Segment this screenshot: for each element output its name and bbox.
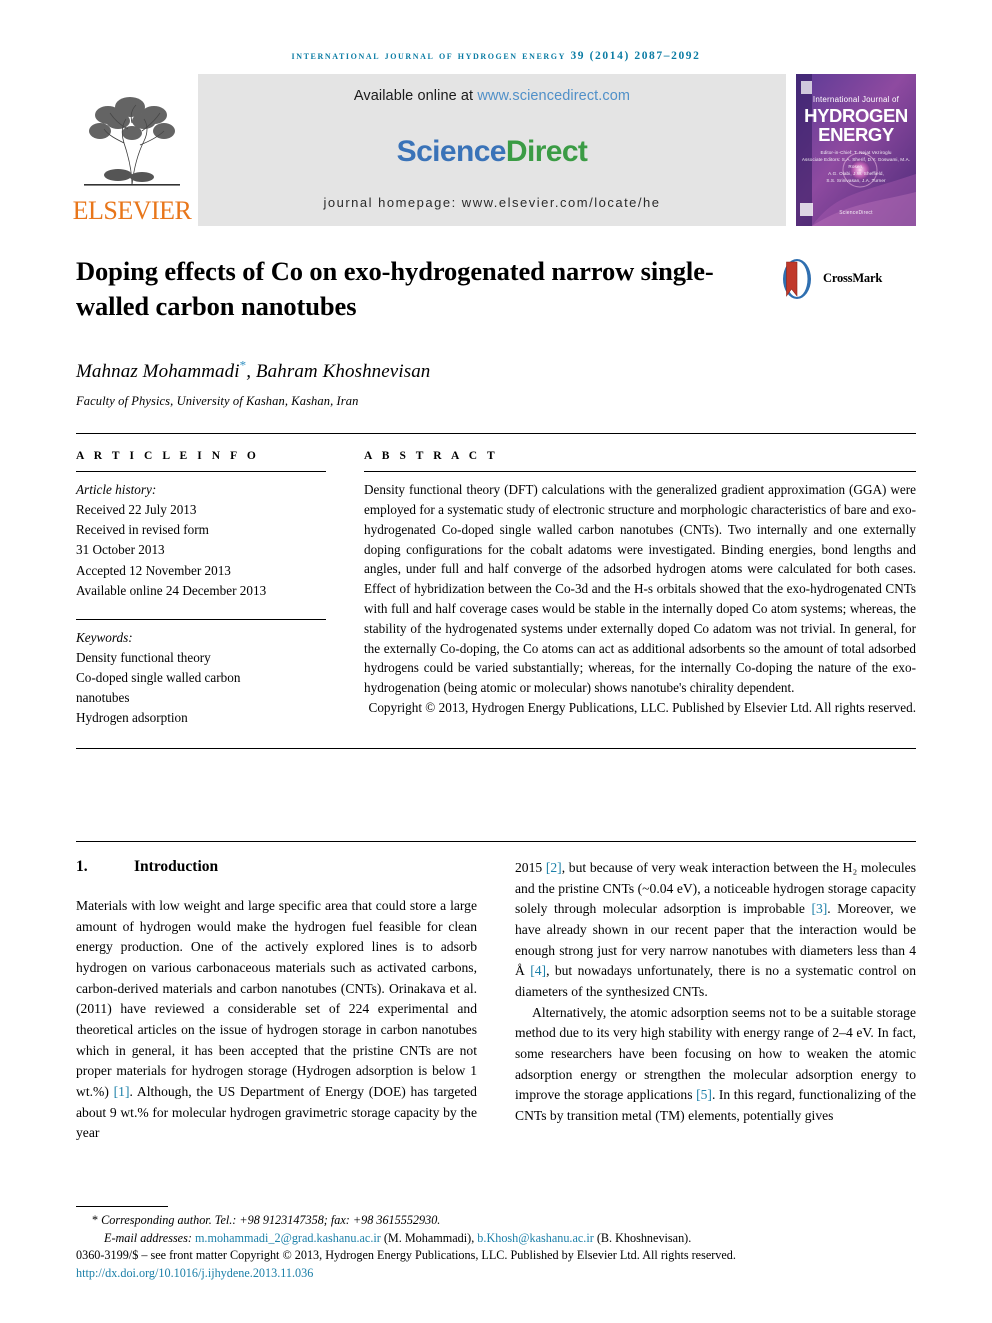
sciencedirect-logo-text: ScienceDirect	[396, 134, 588, 168]
email-addresses-line: E-mail addresses: m.mohammadi_2@grad.kas…	[104, 1230, 692, 1245]
article-page: international journal of hydrogen energy…	[0, 0, 992, 1323]
sciencedirect-banner: Available online at www.sciencedirect.co…	[198, 74, 786, 226]
citation-ref[interactable]: [2]	[546, 860, 562, 875]
title-row: Doping effects of Co on exo-hydrogenated…	[76, 254, 916, 324]
abstract-column: A B S T R A C T Density functional theor…	[364, 450, 916, 728]
crossmark-badge[interactable]: CrossMark	[776, 254, 882, 324]
corresponding-author-text: Corresponding author. Tel.: +98 91231473…	[101, 1212, 441, 1227]
keyword-item: Co-doped single walled carbon	[76, 669, 241, 685]
body-columns: 1. Introduction Materials with low weigh…	[76, 858, 916, 1144]
citation-ref[interactable]: [3]	[811, 901, 827, 916]
citation-ref[interactable]: [4]	[530, 963, 546, 978]
author-list: Mahnaz Mohammadi*, Bahram Khoshnevisan	[76, 358, 916, 383]
email-owner-2: (B. Khoshnevisan)	[596, 1230, 689, 1245]
keywords-label: Keywords:	[76, 629, 133, 645]
keyword-item: nanotubes	[76, 689, 130, 705]
cover-journal-prefix: International Journal of	[812, 95, 900, 104]
doi-link[interactable]: http://dx.doi.org/10.1016/j.ijhydene.201…	[76, 1265, 916, 1283]
running-head: international journal of hydrogen energy…	[291, 50, 701, 62]
cover-energy-word: ENERGY	[818, 124, 894, 145]
section-title: Introduction	[134, 857, 219, 875]
abstract-heading: A B S T R A C T	[364, 450, 499, 463]
section-heading-introduction: 1. Introduction	[76, 858, 477, 876]
citation-ref[interactable]: [5]	[696, 1087, 712, 1102]
article-history: Article history: Received 22 July 2013 R…	[76, 472, 326, 600]
history-item: 31 October 2013	[76, 542, 165, 558]
elsevier-wordmark: ELSEVIER	[72, 196, 192, 225]
article-history-label: Article history:	[76, 482, 157, 498]
available-online-prefix: Available online at	[353, 88, 478, 104]
page-footnote: * Corresponding author. Tel.: +98 912314…	[76, 1205, 916, 1283]
sciencedirect-logo: ScienceDirect	[397, 135, 588, 169]
body-paragraph: Alternatively, the atomic adsorption see…	[515, 1004, 916, 1123]
history-item: Received 22 July 2013	[76, 502, 197, 518]
article-info-column: A R T I C L E I N F O Article history: R…	[76, 450, 326, 728]
body-paragraph: 2015 [2], but because of very weak inter…	[515, 859, 916, 999]
email-link-1[interactable]: m.mohammadi_2@grad.kashanu.ac.ir	[195, 1231, 381, 1245]
journal-homepage-line[interactable]: journal homepage: www.elsevier.com/locat…	[324, 195, 661, 210]
info-bottom-rule	[76, 747, 916, 749]
email-link-2[interactable]: b.Khosh@kashanu.ac.ir	[477, 1231, 593, 1245]
body-top-rule	[76, 840, 916, 842]
elsevier-tree-icon	[84, 97, 180, 186]
cover-hydrogen-word: HYDROGEN	[804, 105, 908, 126]
cover-editors: Editor-in-Chief: T. Nejat Veziroglu Asso…	[801, 150, 911, 183]
crossmark-label: CrossMark	[823, 271, 883, 285]
body-column-right: 2015 [2], but because of very weak inter…	[515, 858, 916, 1144]
citation-ref[interactable]: [1]	[114, 1084, 130, 1099]
abstract-text: Density functional theory (DFT) calculat…	[364, 482, 916, 696]
author-footnote-marker: *	[239, 357, 247, 373]
history-item: Accepted 12 November 2013	[76, 562, 231, 578]
history-item: Received in revised form	[76, 522, 209, 538]
affiliation: Faculty of Physics, University of Kashan…	[76, 394, 359, 409]
page-title: Doping effects of Co on exo-hydrogenated…	[76, 256, 714, 321]
body-column-left: 1. Introduction Materials with low weigh…	[76, 858, 477, 1144]
available-online-line: Available online at www.sciencedirect.co…	[354, 88, 630, 104]
journal-masthead: ELSEVIER Available online at www.science…	[73, 74, 916, 226]
authors-names: Mahnaz Mohammadi*, Bahram Khoshnevisan	[76, 357, 431, 383]
history-item: Available online 24 December 2013	[76, 582, 267, 598]
keyword-item: Hydrogen adsorption	[76, 709, 188, 725]
elsevier-logo: ELSEVIER	[73, 74, 192, 226]
body-paragraph: Materials with low weight and large spec…	[76, 897, 477, 1141]
journal-cover-image: International Journal of HYDROGEN ENERGY…	[796, 74, 916, 226]
footnote-rule	[76, 1205, 168, 1207]
email-addresses-label: E-mail addresses:	[104, 1230, 192, 1245]
abstract-copyright: Copyright © 2013, Hydrogen Energy Public…	[368, 700, 916, 716]
corresponding-author-marker: *	[92, 1212, 99, 1227]
keywords-block: Keywords: Density functional theory Co-d…	[76, 620, 326, 728]
keyword-item: Density functional theory	[76, 649, 211, 665]
crossmark-icon	[783, 259, 811, 299]
corresponding-author-line: * Corresponding author. Tel.: +98 912314…	[76, 1212, 916, 1230]
sciencedirect-url[interactable]: www.sciencedirect.com	[477, 88, 630, 104]
article-info-heading: A R T I C L E I N F O	[76, 450, 260, 463]
section-number: 1.	[76, 857, 88, 875]
email-owner-1: (M. Mohammadi)	[383, 1230, 472, 1245]
info-abstract-block: A R T I C L E I N F O Article history: R…	[76, 434, 916, 728]
cover-sciencedirect-mark: ScienceDirect	[839, 210, 873, 216]
issn-copyright-line: 0360-3199/$ – see front matter Copyright…	[76, 1248, 736, 1263]
